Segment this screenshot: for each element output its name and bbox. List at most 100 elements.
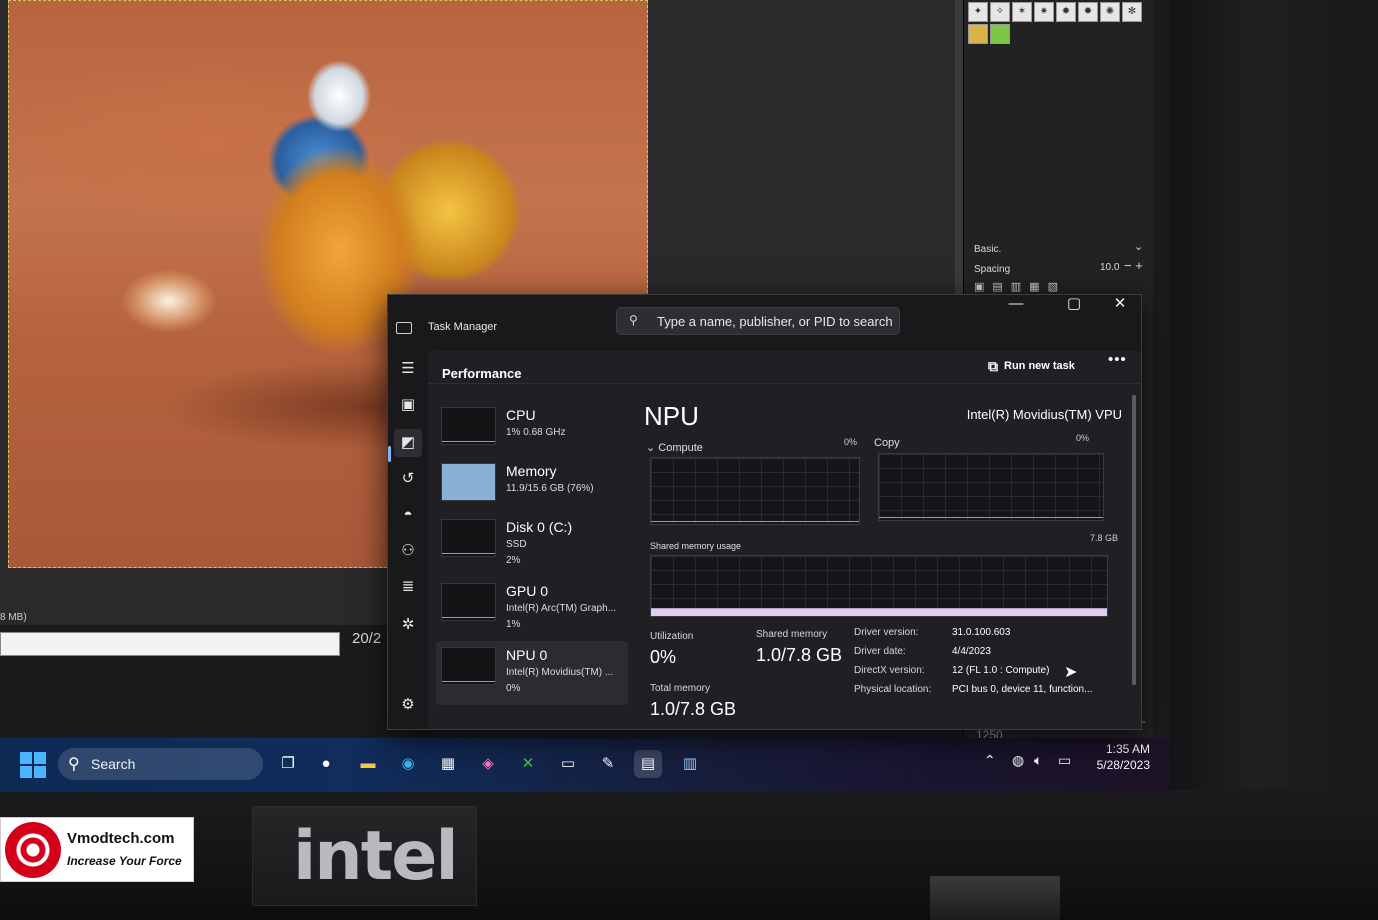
intel-sticker: intel: [252, 806, 477, 906]
performance-page: Performance ⧉ Run new task ••• CPU 1% 0.…: [428, 351, 1141, 729]
notepad-icon[interactable]: ▥: [676, 750, 704, 778]
device-name: CPU: [506, 407, 536, 423]
chevron-up-icon[interactable]: ⌃: [984, 752, 996, 769]
start-button[interactable]: [20, 752, 46, 778]
minimize-button[interactable]: —: [998, 295, 1034, 315]
device-thumbnail-graph: [441, 519, 496, 557]
hamburger-menu-icon[interactable]: ☰: [394, 355, 422, 383]
task-manager-app-icon: [396, 322, 412, 334]
screen: ✦ ✧ ✶ ✷ ✸ ✹ ✺ ✻ Basic. ⌄ Spacing 10.0 − …: [0, 0, 1170, 792]
device-thumbnail-graph: [441, 647, 496, 685]
details-icon[interactable]: ≣: [394, 573, 422, 601]
users-icon[interactable]: ⚇: [394, 537, 422, 565]
gimp-icon[interactable]: ✎: [594, 750, 622, 778]
copy-percent: 0%: [1076, 433, 1090, 443]
windows-logo-tile: [20, 766, 32, 778]
brush-swatch[interactable]: [968, 24, 988, 44]
task-manager-icon[interactable]: ▤: [634, 750, 662, 778]
spacing-label: Spacing: [974, 264, 1011, 275]
shared-memory-graph-label: Shared memory usage: [650, 541, 742, 551]
driver-date-key: Driver date:: [854, 646, 906, 657]
xbox-icon[interactable]: ✕: [514, 750, 542, 778]
spacing-stepper-icon[interactable]: − +: [1124, 258, 1143, 273]
maximize-button[interactable]: ▢: [1056, 295, 1092, 315]
intel-logo-text: intel: [293, 817, 459, 896]
device-item-cpu[interactable]: CPU 1% 0.68 GHz: [436, 401, 628, 465]
photos-icon[interactable]: ◈: [474, 750, 502, 778]
brush-swatch[interactable]: ✸: [1056, 2, 1076, 22]
task-manager-window: Task Manager ⚲ — ▢ ✕ ☰ ▣ ◩ ↺ ◓ ⚇ ≣ ✲ ⚙ P…: [387, 294, 1142, 730]
device-item-npu[interactable]: NPU 0 Intel(R) Movidius(TM) ... 0%: [436, 641, 628, 705]
vertical-scrollbar[interactable]: [1132, 395, 1136, 685]
npu-detail-panel: NPU Intel(R) Movidius(TM) VPU ⌄ Compute …: [642, 395, 1136, 725]
performance-icon[interactable]: ◩: [394, 429, 422, 457]
brush-swatch[interactable]: ✦: [968, 2, 988, 22]
brush-preset-label: Basic.: [974, 244, 1002, 255]
driver-version-key: Driver version:: [854, 627, 919, 638]
more-options-icon[interactable]: •••: [1108, 351, 1127, 368]
terminal-icon[interactable]: ▭: [554, 750, 582, 778]
run-new-task-button[interactable]: ⧉ Run new task: [988, 351, 1075, 381]
app-history-icon[interactable]: ↺: [394, 465, 422, 493]
store-icon[interactable]: ▦: [434, 750, 462, 778]
brush-swatch[interactable]: ✺: [1100, 2, 1120, 22]
device-item-disk[interactable]: Disk 0 (C:) SSD 2%: [436, 513, 628, 577]
battery-icon[interactable]: ▭: [1058, 752, 1071, 769]
startup-apps-icon[interactable]: ◓: [394, 501, 422, 529]
taskbar-search[interactable]: ⚲ Search: [58, 748, 263, 780]
process-search-input[interactable]: [657, 312, 893, 330]
device-thumbnail-graph: [441, 463, 496, 501]
network-icon[interactable]: ◍: [1012, 752, 1024, 769]
brush-swatch[interactable]: ✷: [1034, 2, 1054, 22]
search-icon: ⚲: [68, 756, 80, 773]
device-model: Intel(R) Arc(TM) Graph...: [506, 603, 617, 614]
copy-graph: [878, 453, 1104, 521]
monitor-stand: [930, 876, 1060, 920]
watermark-tagline: Increase Your Force: [67, 854, 182, 868]
task-view-icon[interactable]: ❐: [274, 750, 302, 778]
copy-graph-line: [879, 517, 1103, 518]
brush-swatch[interactable]: [990, 24, 1010, 44]
monitor-bezel-bottom: [0, 790, 1378, 920]
brush-swatch[interactable]: ✻: [1122, 2, 1142, 22]
chat-icon[interactable]: ●: [312, 750, 340, 778]
device-name: NPU 0: [506, 647, 548, 663]
device-stat: 1% 0.68 GHz: [506, 427, 566, 438]
device-name: GPU 0: [506, 583, 549, 599]
thumbnail-line: [442, 681, 495, 682]
taskbar-clock[interactable]: 1:35 AM 5/28/2023: [1090, 741, 1150, 773]
file-explorer-icon[interactable]: ▬: [354, 750, 382, 778]
total-memory-value: 1.0/7.8 GB: [650, 699, 737, 719]
search-icon: ⚲: [629, 313, 638, 327]
spacing-value[interactable]: 10.0: [1100, 262, 1119, 273]
vmodtech-watermark: Vmodtech.com Increase Your Force: [0, 817, 194, 882]
close-button[interactable]: ✕: [1102, 295, 1138, 315]
settings-gear-icon[interactable]: ⚙: [394, 691, 422, 719]
taskbar-search-label: Search: [91, 756, 136, 772]
volume-icon[interactable]: 🔈︎: [1034, 752, 1042, 769]
panel-toolbar-icons[interactable]: ▣▤▥▦▧: [974, 280, 1066, 293]
utilization-label: Utilization: [650, 631, 694, 642]
brush-swatch[interactable]: ✹: [1078, 2, 1098, 22]
edge-browser-icon[interactable]: ◉: [394, 750, 422, 778]
processes-icon[interactable]: ▣: [394, 391, 422, 419]
device-item-gpu[interactable]: GPU 0 Intel(R) Arc(TM) Graph... 1%: [436, 577, 628, 641]
copy-label[interactable]: Copy: [874, 437, 900, 449]
brush-swatch[interactable]: ✶: [1012, 2, 1032, 22]
nav-selection-indicator: [388, 446, 391, 462]
nav-rail: ☰ ▣ ◩ ↺ ◓ ⚇ ≣ ✲ ⚙: [388, 351, 428, 721]
chevron-down-icon[interactable]: ⌄: [1134, 240, 1143, 253]
shared-memory-value: 1.0/7.8 GB: [756, 645, 843, 665]
task-manager-titlebar[interactable]: Task Manager ⚲ — ▢ ✕: [388, 295, 1143, 341]
brush-swatch[interactable]: ✧: [990, 2, 1010, 22]
compute-engine-dropdown[interactable]: ⌄ Compute: [646, 441, 703, 454]
process-search[interactable]: ⚲: [616, 307, 900, 335]
compute-graph: [650, 457, 860, 525]
device-type: SSD: [506, 539, 527, 550]
device-item-memory[interactable]: Memory 11.9/15.6 GB (76%): [436, 457, 628, 521]
utilization-value: 0%: [650, 647, 677, 667]
watermark-site: Vmodtech.com: [67, 830, 175, 847]
device-model-heading: Intel(R) Movidius(TM) VPU: [966, 407, 1122, 422]
services-icon[interactable]: ✲: [394, 611, 422, 639]
mouse-pointer-icon: ➤: [1064, 664, 1078, 681]
